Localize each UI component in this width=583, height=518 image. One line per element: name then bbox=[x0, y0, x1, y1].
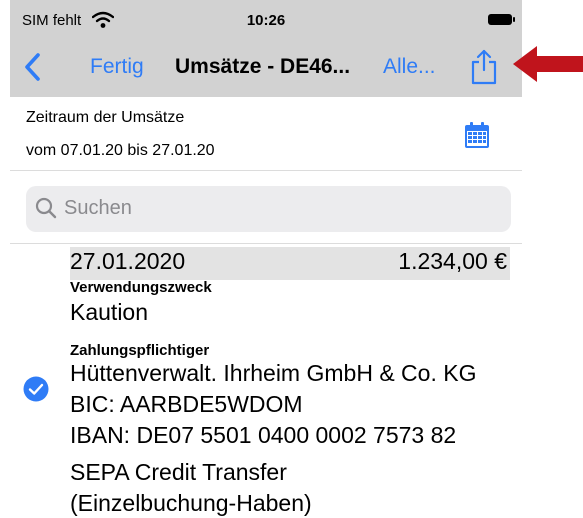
calendar-icon[interactable] bbox=[464, 121, 490, 149]
filter-button[interactable]: Alle... bbox=[383, 55, 436, 79]
page-title: Umsätze - DE46... bbox=[175, 55, 351, 78]
search-field[interactable]: Suchen bbox=[26, 186, 511, 232]
checkmark-icon[interactable] bbox=[23, 376, 49, 402]
purpose-label: Verwendungszweck bbox=[70, 279, 212, 296]
payer-iban: IBAN: DE07 5501 0400 0002 7573 82 bbox=[70, 422, 457, 448]
search-icon bbox=[35, 197, 57, 219]
payer-bic: BIC: AARBDE5WDOM bbox=[70, 391, 303, 417]
search-placeholder: Suchen bbox=[64, 197, 132, 219]
navigation-bar: Fertig Umsätze - DE46... Alle... bbox=[10, 40, 522, 97]
share-icon[interactable] bbox=[470, 48, 498, 86]
back-chevron-icon[interactable] bbox=[22, 52, 44, 82]
top-bar: SIM fehlt 10:26 Fertig Umsätze - DE46...… bbox=[10, 0, 522, 97]
transaction-amount: 1.234,00 € bbox=[398, 248, 507, 274]
status-bar: SIM fehlt 10:26 bbox=[10, 0, 522, 40]
date-range-title: Zeitraum der Umsätze bbox=[26, 109, 185, 126]
transaction-date: 27.01.2020 bbox=[70, 248, 186, 274]
payer-label: Zahlungspflichtiger bbox=[70, 342, 210, 359]
date-range-value: vom 07.01.20 bis 27.01.20 bbox=[26, 142, 215, 159]
transaction-type-line2: (Einzelbuchung-Haben) bbox=[70, 490, 312, 516]
annotation-arrow bbox=[513, 46, 583, 82]
purpose-value: Kaution bbox=[70, 299, 149, 325]
clock: 10:26 bbox=[246, 12, 286, 29]
date-range-section[interactable]: Zeitraum der Umsätze vom 07.01.20 bis 27… bbox=[10, 97, 522, 170]
battery-icon bbox=[488, 14, 512, 25]
payer-name: Hüttenverwalt. Ihrheim GmbH & Co. KG bbox=[70, 360, 477, 386]
battery-tip bbox=[513, 17, 515, 22]
done-button[interactable]: Fertig bbox=[90, 55, 144, 79]
phone-screen: SIM fehlt 10:26 Fertig Umsätze - DE46...… bbox=[0, 0, 522, 517]
transaction-type-line1: SEPA Credit Transfer bbox=[70, 459, 287, 485]
divider bbox=[10, 170, 522, 171]
transaction-row[interactable]: 27.01.2020 1.234,00 € Verwendungszweck K… bbox=[0, 244, 522, 517]
